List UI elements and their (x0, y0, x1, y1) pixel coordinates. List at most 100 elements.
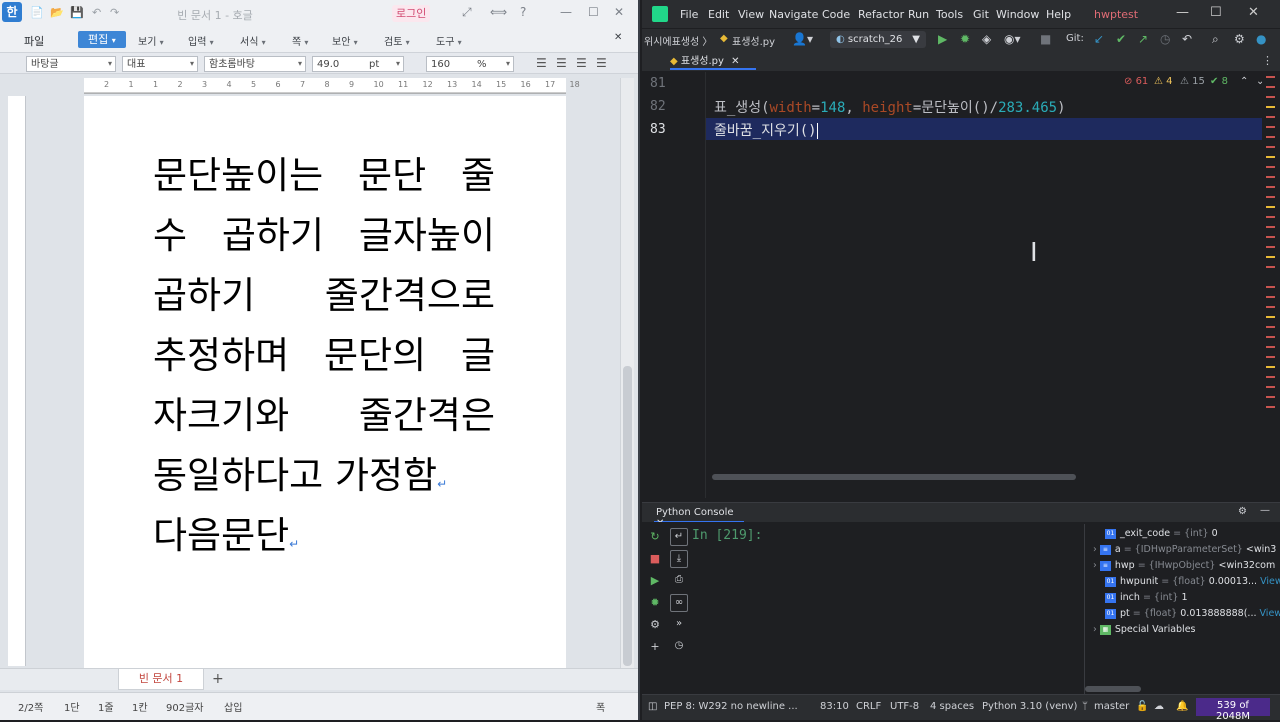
status-insert-mode[interactable]: 삽입 (224, 699, 242, 714)
variable-row[interactable]: › ≡ hwp = {IHwpObject} <win32com (1093, 560, 1275, 571)
variables-hscroll[interactable] (1085, 686, 1141, 692)
help-icon[interactable]: ? (520, 5, 526, 19)
menu-tools[interactable]: Tools (936, 8, 963, 21)
history-icon[interactable]: ◷ (670, 638, 688, 656)
align-left-icon[interactable]: ☰ (556, 56, 567, 70)
new-console-icon[interactable]: + (648, 640, 662, 654)
breadcrumb-folder[interactable]: 위시에표생성 〉 (644, 33, 712, 48)
user-icon[interactable]: 👤▾ (792, 32, 813, 46)
error-stripe-mark[interactable] (1266, 216, 1275, 218)
code-line-82[interactable]: 표_생성(width=148, height=문단높이()/283.465) (714, 97, 1066, 117)
rerun-icon[interactable]: ↻ (648, 530, 662, 544)
menu-page[interactable]: 쪽 ▾ (292, 33, 308, 48)
execute-icon[interactable]: ▶ (648, 574, 662, 588)
new-doc-icon[interactable]: 📄 (30, 6, 44, 19)
error-stripe-mark[interactable] (1266, 246, 1275, 248)
maximize-button[interactable]: ☐ (1210, 5, 1222, 20)
settings-icon[interactable]: ⚙ (1234, 32, 1245, 46)
error-count[interactable]: ⊘ 61 (1124, 76, 1148, 87)
special-variables-row[interactable]: › ▦ Special Variables (1093, 624, 1196, 635)
variable-row[interactable]: › ≡ a = {IDHwpParameterSet} <win3 (1093, 544, 1276, 555)
git-push-icon[interactable]: ↗ (1138, 32, 1148, 46)
menu-file[interactable]: 파일 (24, 33, 44, 49)
console-settings-icon[interactable]: ⚙ (1238, 506, 1247, 517)
error-stripe-mark[interactable] (1266, 146, 1275, 148)
memory-indicator[interactable]: 539 of 2048M (1196, 698, 1270, 722)
redo-icon[interactable]: ↷ (110, 6, 119, 19)
vertical-ruler[interactable] (8, 96, 26, 666)
scroll-end-icon[interactable]: ⤓ (670, 550, 688, 568)
menu-file[interactable]: File (680, 8, 698, 21)
menu-view[interactable]: View (738, 8, 764, 21)
menu-format[interactable]: 서식 ▾ (240, 33, 266, 48)
error-stripe-mark[interactable] (1266, 96, 1275, 98)
language-select[interactable]: 대표 ▾ (122, 56, 198, 72)
tab-file[interactable]: ◆ 표생성.py ✕ (670, 52, 756, 70)
tab-document-1[interactable]: 빈 문서 1 (118, 669, 204, 690)
coverage-icon[interactable]: ◈ (982, 32, 991, 46)
error-stripe-mark[interactable] (1266, 86, 1275, 88)
menu-review[interactable]: 검토 ▾ (384, 33, 410, 48)
expand-icon[interactable]: ⤢ (462, 5, 472, 20)
error-stripe-mark[interactable] (1266, 326, 1275, 328)
error-stripe-mark[interactable] (1266, 106, 1275, 108)
split-icon[interactable]: ⟺ (490, 5, 507, 19)
font-size-input[interactable]: 49.0 pt ▾ (312, 56, 404, 72)
stop-console-icon[interactable]: ■ (648, 552, 662, 566)
debug-icon[interactable]: ✹ (960, 32, 970, 46)
error-stripe-mark[interactable] (1266, 76, 1275, 78)
ok-count[interactable]: ✔ 8 (1210, 76, 1228, 87)
history-forward-icon[interactable]: » (670, 616, 688, 634)
error-stripe-mark[interactable] (1266, 136, 1275, 138)
add-tab-icon[interactable]: + (212, 671, 224, 687)
status-line-ending[interactable]: CRLF (856, 701, 881, 712)
rollback-icon[interactable]: ↶ (1182, 32, 1192, 46)
services-icon[interactable]: ☁ (1154, 701, 1164, 712)
hide-console-icon[interactable]: — (1260, 505, 1270, 516)
horizontal-ruler[interactable]: 2 1 1 2 3 4 5 6 7 8 9 10 11 12 13 14 15 16 17 18 (84, 78, 580, 94)
nav-up-icon[interactable]: ⌃ (1240, 76, 1248, 87)
error-stripe-mark[interactable] (1266, 406, 1275, 408)
error-stripe-mark[interactable] (1266, 356, 1275, 358)
line-spacing-input[interactable]: 160 % ▾ (426, 56, 514, 72)
error-stripe-mark[interactable] (1266, 206, 1275, 208)
error-stripe-mark[interactable] (1266, 366, 1275, 368)
error-stripe-mark[interactable] (1266, 396, 1275, 398)
error-stripe-mark[interactable] (1266, 166, 1275, 168)
error-stripe-mark[interactable] (1266, 126, 1275, 128)
lock-icon[interactable]: 🔓 (1136, 701, 1148, 712)
variable-row[interactable]: 01 inch = {int} 1 (1105, 592, 1187, 603)
minimize-button[interactable]: — (560, 5, 572, 19)
close-ribbon-icon[interactable]: ✕ (614, 32, 622, 43)
status-position[interactable]: 83:10 (820, 701, 849, 712)
error-stripe-mark[interactable] (1266, 316, 1275, 318)
variable-row[interactable]: 01 _exit_code = {int} 0 (1105, 528, 1218, 539)
menu-help[interactable]: Help (1046, 8, 1071, 21)
login-button[interactable]: 로그인 (392, 5, 431, 22)
editor-hscroll[interactable] (712, 474, 1076, 480)
error-stripe-mark[interactable] (1266, 116, 1275, 118)
error-stripe-mark[interactable] (1266, 186, 1275, 188)
status-interpreter[interactable]: Python 3.10 (venv) (982, 701, 1077, 712)
close-tab-icon[interactable]: ✕ (731, 56, 739, 67)
stop-icon[interactable]: ■ (1040, 32, 1051, 46)
error-stripe-mark[interactable] (1266, 386, 1275, 388)
menu-tools[interactable]: 도구 ▾ (436, 33, 462, 48)
code-line-83[interactable]: 줄바꿈_지우기() (714, 120, 818, 140)
close-button[interactable]: ✕ (1248, 5, 1259, 20)
align-justify-icon[interactable]: ☰ (536, 56, 547, 70)
menu-git[interactable]: Git (973, 8, 989, 21)
weak-warning-count[interactable]: ⚠ 15 (1180, 76, 1205, 87)
align-right-icon[interactable]: ☰ (596, 56, 607, 70)
error-stripe-mark[interactable] (1266, 226, 1275, 228)
git-update-icon[interactable]: ↙ (1094, 32, 1104, 46)
search-icon[interactable]: ⌕ (1212, 32, 1219, 47)
warning-count[interactable]: ⚠ 4 (1154, 76, 1173, 87)
tab-python-console[interactable]: Python Console ✕ (654, 505, 744, 529)
menu-refactor[interactable]: Refactor (858, 8, 904, 21)
show-variables-icon[interactable]: ∞ (670, 594, 688, 612)
style-select[interactable]: 바탕글 ▾ (26, 56, 116, 72)
error-stripe-mark[interactable] (1266, 196, 1275, 198)
console-gear-icon[interactable]: ⚙ (648, 618, 662, 632)
error-stripe-mark[interactable] (1266, 376, 1275, 378)
